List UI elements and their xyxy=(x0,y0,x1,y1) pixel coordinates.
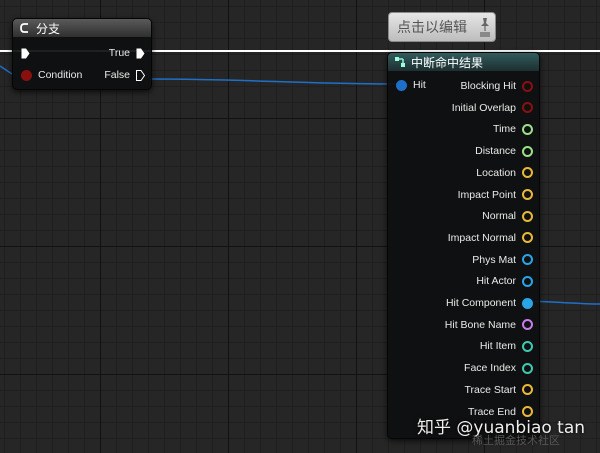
branch-false-row[interactable]: False xyxy=(104,67,145,83)
output-row[interactable]: Face Index xyxy=(464,360,533,376)
output-label: Initial Overlap xyxy=(451,101,516,114)
output-row[interactable]: Blocking Hit xyxy=(461,78,533,94)
exec-out-pin-icon[interactable] xyxy=(136,69,145,81)
output-pin-icon[interactable] xyxy=(522,167,533,179)
output-pin-icon[interactable] xyxy=(522,254,533,266)
output-label: Hit Component xyxy=(445,297,516,309)
output-pin-icon[interactable] xyxy=(522,319,533,331)
output-label: Phys Mat xyxy=(472,253,516,266)
branch-node-title: 分支 xyxy=(36,21,61,36)
output-row[interactable]: Hit Component xyxy=(446,295,533,311)
output-label: Impact Point xyxy=(457,188,516,201)
output-pin-icon[interactable] xyxy=(522,189,533,200)
output-row[interactable]: Trace Start xyxy=(464,382,533,398)
output-pin-icon[interactable] xyxy=(522,384,533,396)
output-label: Distance xyxy=(475,145,516,158)
bool-pin-icon[interactable] xyxy=(21,69,32,81)
watermark-secondary: 稀土掘金技术社区 xyxy=(472,434,560,447)
pin-icon[interactable] xyxy=(479,16,491,38)
tooltip-text: 点击以编辑 xyxy=(397,20,467,36)
branch-true-row[interactable]: True xyxy=(109,45,145,61)
output-pin-icon[interactable] xyxy=(522,145,533,157)
output-label: Trace Start xyxy=(464,383,516,396)
output-row[interactable]: Impact Point xyxy=(458,187,533,203)
output-label: Time xyxy=(493,123,516,136)
output-label: Hit Bone Name xyxy=(444,318,516,331)
edit-tooltip[interactable]: 点击以编辑 xyxy=(388,12,496,42)
hit-input-row[interactable]: Hit xyxy=(396,77,426,93)
output-label: Hit Item xyxy=(479,340,516,353)
hit-node-header[interactable]: 中断命中结果 xyxy=(388,53,539,71)
output-row[interactable]: Hit Item xyxy=(480,338,533,354)
function-icon xyxy=(395,57,405,67)
output-label: Normal xyxy=(482,210,516,223)
output-row[interactable]: Time xyxy=(493,121,533,137)
data-wire-hit xyxy=(149,78,399,85)
output-row[interactable]: Initial Overlap xyxy=(452,100,533,116)
branch-exec-in[interactable] xyxy=(21,45,30,61)
output-pin-icon[interactable] xyxy=(522,123,533,135)
output-pin-icon[interactable] xyxy=(522,362,533,374)
hit-node-title: 中断命中结果 xyxy=(411,55,484,70)
data-wire-left xyxy=(0,65,13,75)
hit-input-label: Hit xyxy=(413,79,426,91)
output-row[interactable]: Hit Bone Name xyxy=(445,317,533,333)
output-pin-icon[interactable] xyxy=(522,340,533,352)
condition-label: Condition xyxy=(38,69,83,81)
branch-node[interactable]: 分支 Condition True False xyxy=(12,18,152,90)
branch-icon xyxy=(20,23,28,33)
branch-condition-row[interactable]: Condition xyxy=(21,67,82,83)
output-pin-icon[interactable] xyxy=(522,210,533,222)
output-row[interactable]: Phys Mat xyxy=(472,252,533,268)
output-row[interactable]: Impact Normal xyxy=(448,230,533,246)
output-pin-icon[interactable] xyxy=(522,275,533,287)
branch-node-header[interactable]: 分支 xyxy=(13,19,151,37)
struct-pin-icon[interactable] xyxy=(396,79,407,91)
exec-in-pin-icon xyxy=(21,48,30,58)
true-label: True xyxy=(108,47,130,59)
output-label: Face Index xyxy=(464,362,516,375)
output-label: Location xyxy=(476,166,516,179)
output-pin-icon[interactable] xyxy=(522,102,533,114)
output-row[interactable]: Hit Actor xyxy=(476,273,533,289)
exec-out-pin-icon[interactable] xyxy=(136,48,145,59)
output-row[interactable]: Distance xyxy=(475,143,533,159)
break-hit-result-node[interactable]: 中断命中结果 Hit Blocking Hit Initial Overlap Ti… xyxy=(387,52,540,439)
output-label: Blocking Hit xyxy=(460,80,516,92)
output-row[interactable]: Normal xyxy=(482,208,533,224)
output-label: Hit Actor xyxy=(476,275,516,288)
output-label: Impact Normal xyxy=(447,231,516,244)
output-pin-icon[interactable] xyxy=(522,232,533,244)
output-pin-icon[interactable] xyxy=(522,80,533,92)
false-label: False xyxy=(104,69,130,81)
output-pin-icon[interactable] xyxy=(522,297,533,309)
output-row[interactable]: Location xyxy=(476,165,533,181)
